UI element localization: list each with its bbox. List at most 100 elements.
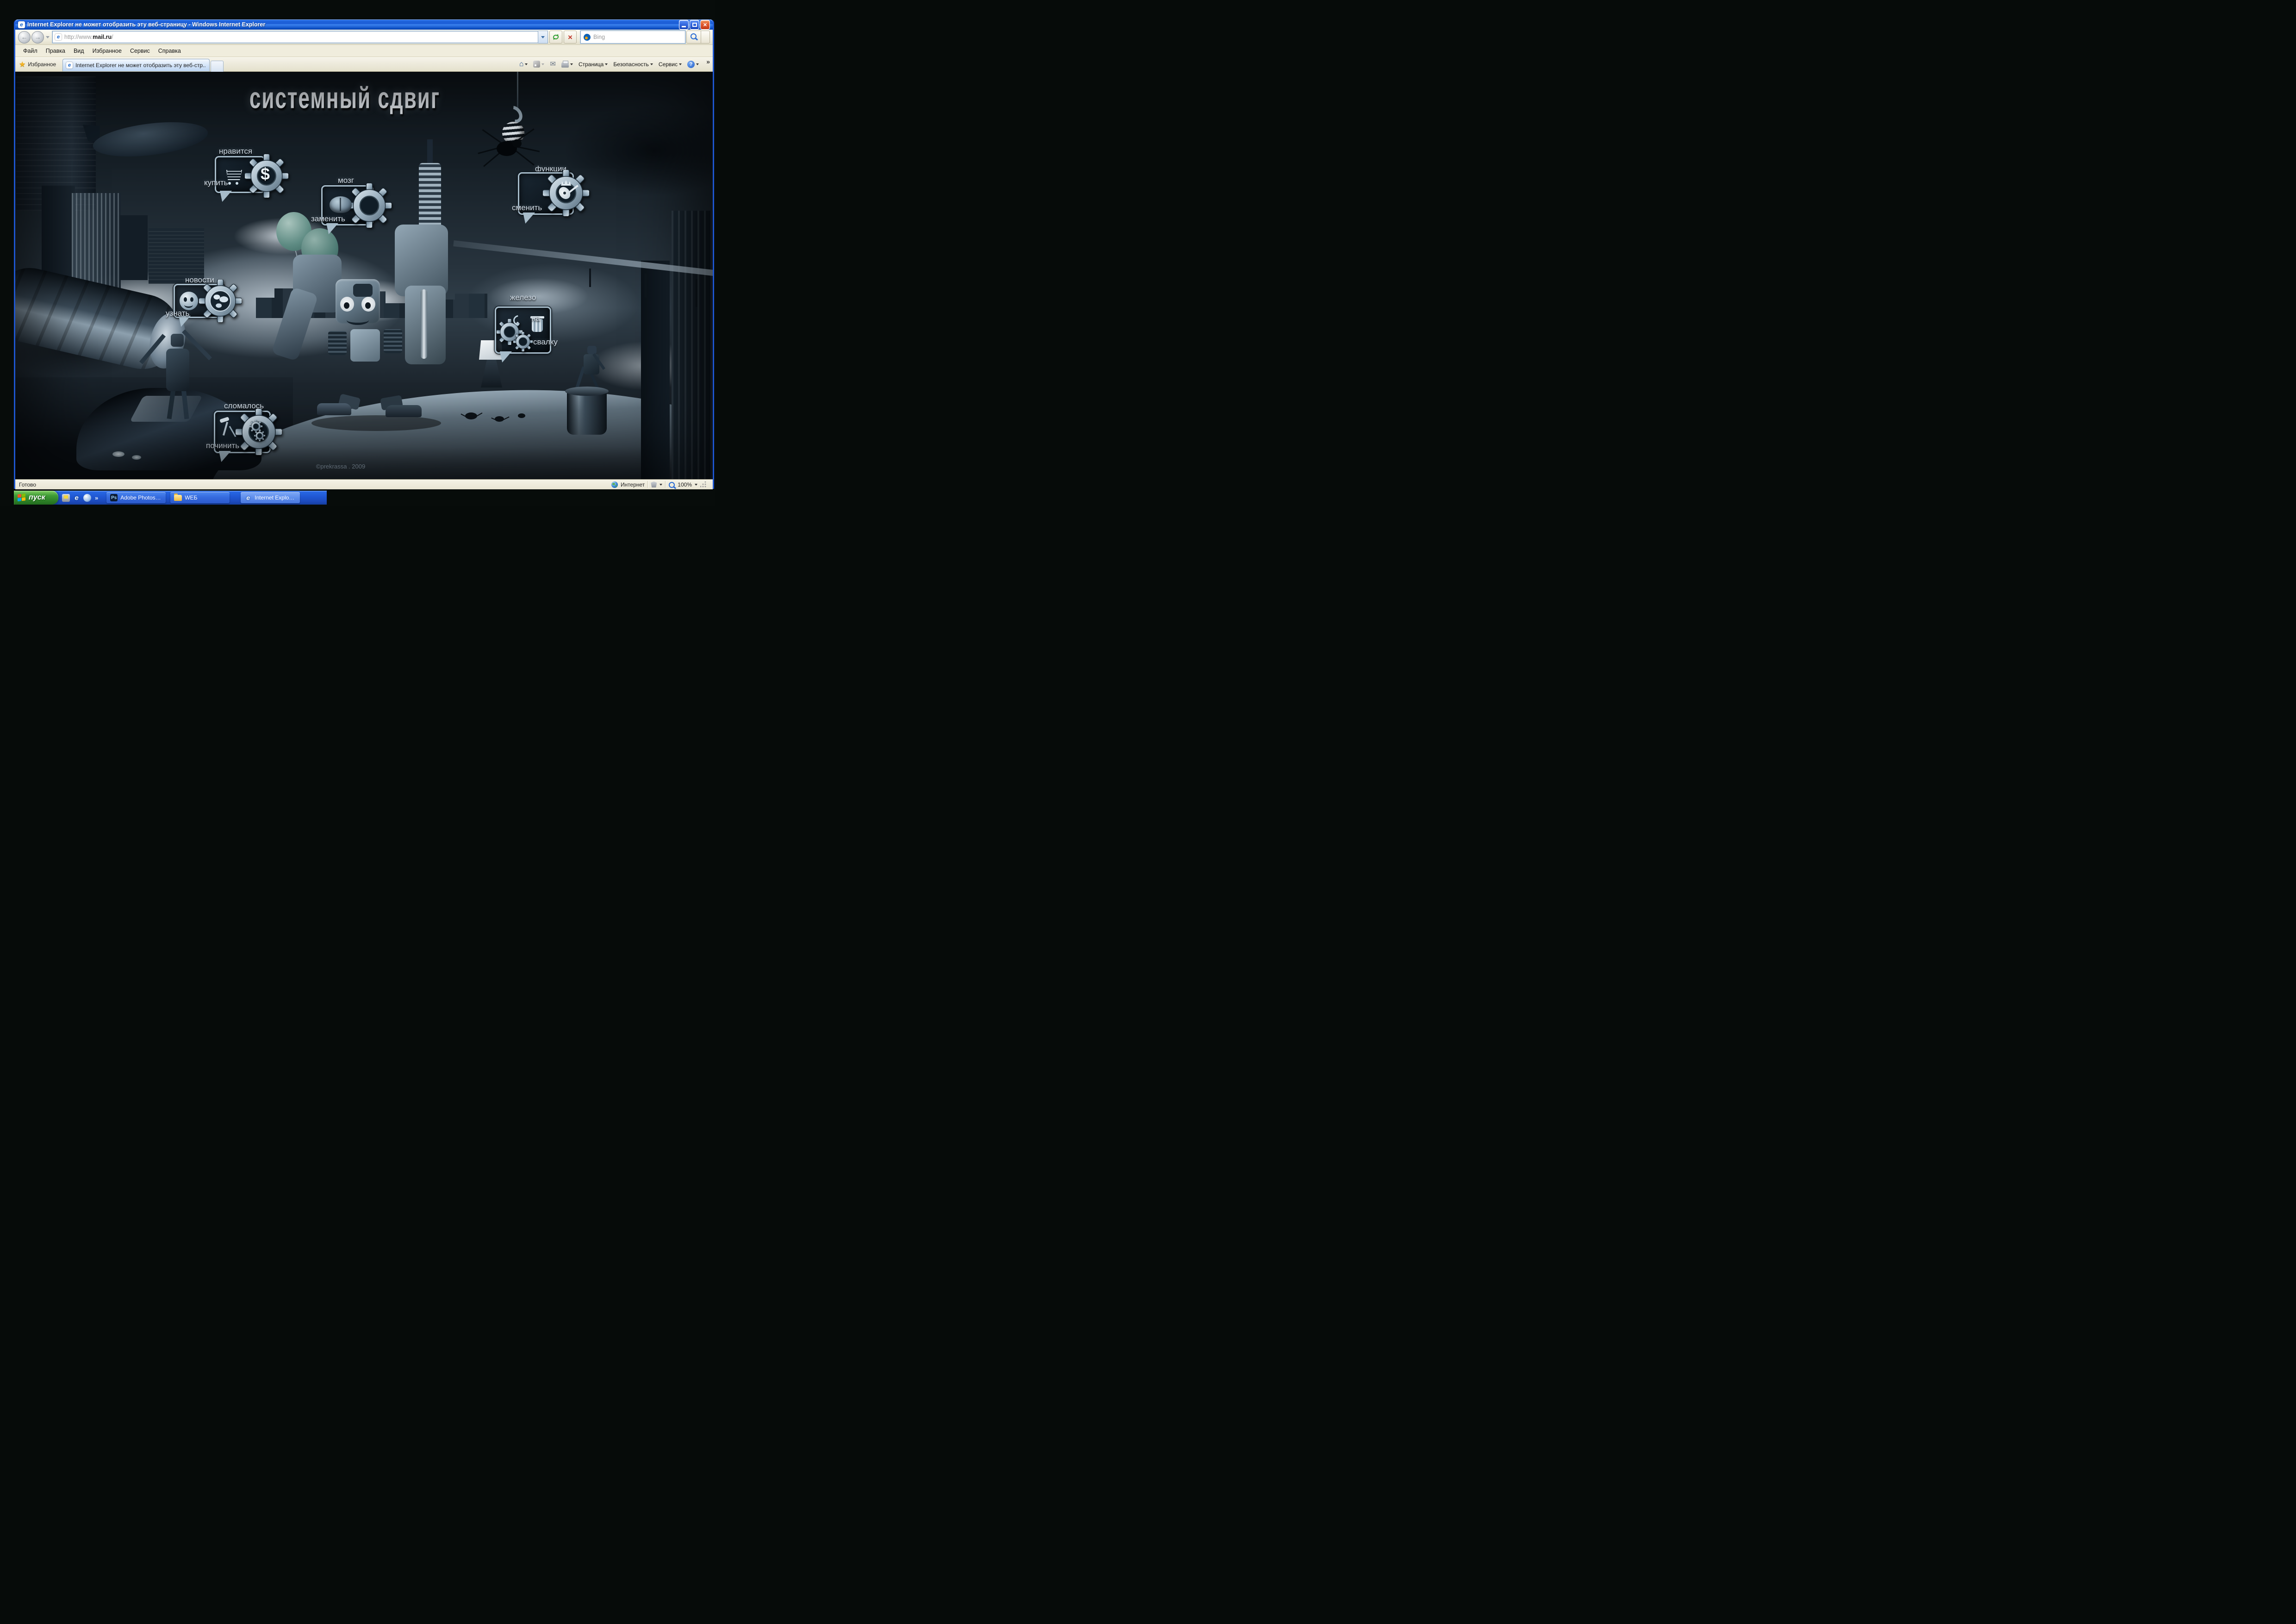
task-button-ie[interactable]: e Internet Explorer не ...	[241, 492, 300, 503]
rail-post	[645, 274, 647, 298]
home-button[interactable]: ⌂	[517, 60, 530, 69]
maximize-button[interactable]	[690, 20, 699, 30]
chevron-down-icon[interactable]	[695, 484, 697, 486]
page-menu-button[interactable]: Страница	[577, 60, 610, 69]
nav-label-bottom: купить	[204, 178, 228, 187]
page-menu-label: Страница	[579, 61, 604, 68]
zoom-icon	[668, 481, 675, 488]
chevron-down-icon	[696, 63, 699, 65]
title-bar[interactable]: e Internet Explorer не может отобразить …	[15, 19, 713, 30]
nav-button-brain[interactable]: мозг заменить	[311, 176, 422, 241]
task-label: Internet Explorer не ...	[255, 494, 296, 501]
robot-pelvis	[331, 375, 399, 401]
crane-cable	[517, 72, 518, 112]
close-button[interactable]: ×	[700, 20, 710, 30]
menu-edit[interactable]: Правка	[42, 46, 69, 56]
nav-label-top: железо	[510, 293, 536, 302]
nav-button-buy[interactable]: нравится $ купить	[204, 146, 315, 206]
robot-mustache-smile	[347, 315, 369, 325]
mail-icon: ✉	[550, 61, 556, 68]
protected-mode-icon	[651, 481, 657, 487]
nav-button-scrap[interactable]: железо на свалку	[493, 293, 595, 367]
new-tab-button[interactable]	[211, 61, 224, 72]
menu-favorites[interactable]: Избранное	[88, 46, 126, 56]
car-headlight	[132, 455, 141, 460]
dollar-icon: $	[261, 164, 270, 184]
task-button-web-folder[interactable]: WEБ	[170, 492, 230, 503]
stop-button[interactable]: ×	[564, 31, 577, 44]
favorites-button[interactable]: Избранное	[28, 61, 56, 68]
minimize-button[interactable]	[679, 20, 689, 30]
gear-icon	[347, 183, 392, 228]
toolbar-overflow-chevron[interactable]: »	[706, 58, 710, 65]
close-icon: ×	[703, 21, 707, 28]
forward-button[interactable]: →	[31, 31, 44, 44]
url-suffix: /	[112, 34, 113, 40]
rss-icon	[533, 61, 540, 68]
chevron-down-icon[interactable]	[660, 484, 662, 486]
menu-file[interactable]: Файл	[19, 46, 42, 56]
chevron-down-icon	[541, 63, 544, 65]
start-button[interactable]: пуск	[14, 491, 58, 505]
search-button[interactable]	[686, 31, 701, 44]
url-domain: mail.ru	[93, 34, 112, 40]
smiley-bomb-icon	[180, 292, 198, 310]
task-label: Adobe Photoshop CS...	[120, 494, 162, 501]
nav-label-bottom: свалку	[533, 337, 558, 347]
blimp	[91, 117, 210, 162]
back-button[interactable]: ←	[18, 31, 31, 44]
lanky-robot-head	[171, 334, 184, 347]
address-input[interactable]: e http://www.mail.ru/	[52, 31, 538, 43]
read-mail-button[interactable]: ✉	[548, 60, 558, 69]
quick-launch-overflow-chevron[interactable]: »	[95, 494, 98, 501]
search-options-dropdown[interactable]	[701, 31, 710, 44]
print-button[interactable]	[560, 60, 575, 69]
security-menu-button[interactable]: Безопасность	[611, 60, 655, 69]
start-label: пуск	[29, 493, 45, 502]
right-column-ribbed	[672, 211, 713, 479]
folder-icon	[174, 495, 182, 501]
search-input[interactable]: Bing	[580, 31, 685, 44]
task-button-photoshop[interactable]: Ps Adobe Photoshop CS...	[106, 492, 166, 503]
robot-chest-panel	[350, 329, 380, 362]
task-label: WEБ	[185, 494, 197, 501]
photoshop-icon: Ps	[110, 494, 118, 501]
chevron-down-icon	[541, 36, 545, 38]
zoom-level[interactable]: 100%	[678, 481, 692, 488]
menu-tools[interactable]: Сервис	[126, 46, 154, 56]
favorites-star-icon[interactable]: ★	[19, 60, 25, 69]
tab-active[interactable]: e Internet Explorer не может отобразить …	[62, 59, 210, 71]
quick-launch-device-icon[interactable]	[62, 494, 70, 502]
nav-button-repair[interactable]: сломалось починить	[206, 401, 317, 471]
trash-bin-rim	[565, 387, 609, 396]
robot-pupil	[344, 302, 349, 309]
tools-menu-button[interactable]: Сервис	[657, 60, 684, 69]
ie-icon: e	[244, 494, 252, 501]
resize-grip[interactable]	[700, 481, 706, 487]
refresh-button[interactable]	[549, 31, 562, 44]
gear-icon	[513, 332, 533, 351]
robot-brow-panel	[353, 284, 373, 297]
ie-page-icon: e	[66, 62, 73, 69]
nav-button-news[interactable]: новости узнать	[166, 275, 277, 336]
nav-button-functions[interactable]: функции сменить	[509, 162, 620, 232]
robot-vent	[328, 331, 347, 355]
address-dropdown[interactable]	[538, 31, 548, 44]
quick-launch-app-icon[interactable]	[83, 494, 91, 502]
chevron-down-icon	[679, 63, 682, 65]
menu-help[interactable]: Справка	[154, 46, 185, 56]
desktop-screenshot: e Internet Explorer не может отобразить …	[0, 0, 715, 506]
nav-label-bottom: починить	[206, 441, 239, 450]
quick-launch-ie-icon[interactable]: e	[73, 494, 81, 502]
help-button[interactable]: ?	[685, 60, 701, 69]
robot-piston	[421, 289, 427, 359]
feeds-button[interactable]	[531, 60, 546, 69]
lanky-robot-torso	[166, 349, 189, 391]
menu-view[interactable]: Вид	[69, 46, 88, 56]
rail-post	[589, 269, 591, 287]
skyscraper	[42, 186, 75, 283]
robot-pupil	[365, 302, 371, 309]
shopping-cart-icon	[226, 170, 242, 180]
recent-pages-dropdown[interactable]	[46, 36, 50, 38]
refresh-icon	[552, 33, 560, 41]
